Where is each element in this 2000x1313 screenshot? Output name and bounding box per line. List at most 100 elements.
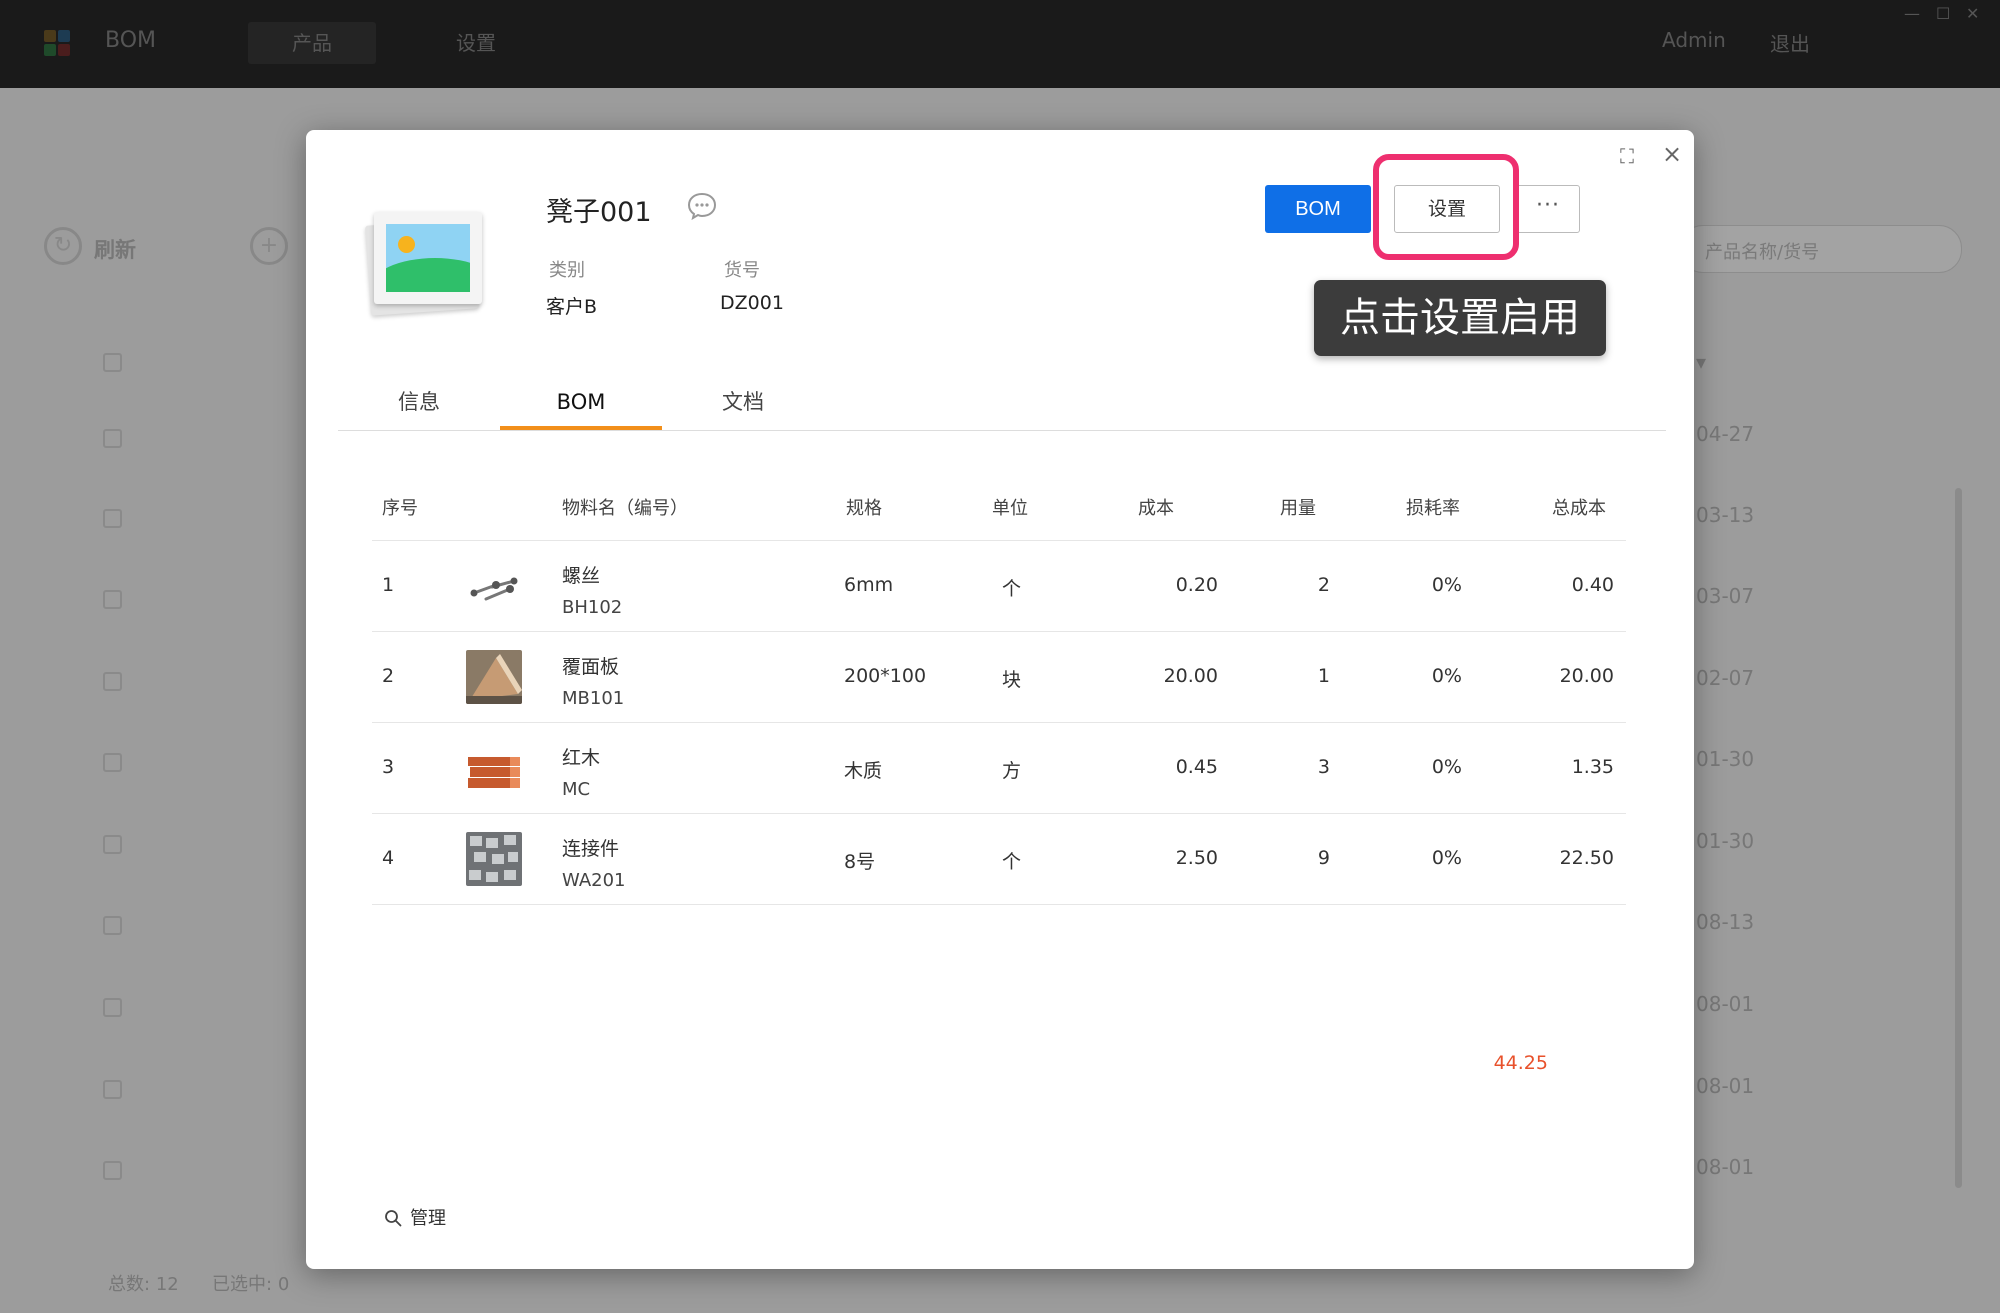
sku-value: DZ001 [720, 292, 784, 314]
search-input[interactable]: 产品名称/货号 [1680, 225, 1962, 273]
row-unit: 个 [1002, 851, 1022, 873]
row-checkbox[interactable] [103, 753, 122, 772]
row-date: 08-01 [1696, 992, 1755, 1016]
app-logo-icon [44, 30, 72, 58]
material-title: 覆面板 [562, 656, 620, 678]
material-code: MB101 [562, 688, 625, 709]
maximize-icon[interactable]: ☐ [1936, 4, 1950, 23]
product-image [364, 212, 482, 316]
table-row[interactable]: 4 连接件 WA201 8号 个 2.50 9 0% 22.50 [372, 814, 1626, 905]
row-unit: 方 [1002, 760, 1022, 782]
material-name: 红木 MC [562, 742, 600, 806]
row-no: 2 [382, 665, 395, 687]
table-row[interactable]: 3 红木 MC 木质 方 0.45 3 0% 1.35 [372, 723, 1626, 814]
material-title: 螺丝 [562, 565, 601, 587]
row-date: 03-07 [1696, 584, 1755, 608]
row-checkbox[interactable] [103, 590, 122, 609]
app-title: BOM [105, 28, 157, 53]
close-window-icon[interactable]: ✕ [1966, 4, 1979, 23]
bom-table: 序号 物料名（编号） 规格 单位 成本 用量 损耗率 总成本 1 螺丝 BH10… [372, 470, 1626, 905]
row-total: 20.00 [1559, 665, 1614, 687]
row-loss: 0% [1431, 574, 1462, 596]
table-row[interactable]: 2 覆面板 MB101 200*100 块 20.00 1 0% 20.00 [372, 632, 1626, 723]
row-qty: 9 [1317, 847, 1330, 869]
material-title: 红木 [562, 747, 601, 769]
connector-thumbnail [466, 832, 522, 886]
detail-tabs: 信息 BOM 文档 [338, 374, 1666, 431]
row-checkbox[interactable] [103, 509, 122, 528]
row-spec: 木质 [844, 760, 883, 782]
close-icon[interactable]: × [1662, 140, 1682, 168]
row-date: 01-30 [1696, 829, 1755, 853]
material-code: MC [562, 779, 591, 800]
row-checkbox[interactable] [103, 1080, 122, 1099]
fullscreen-icon[interactable]: ⛶ [1620, 144, 1634, 168]
product-detail-modal: ⛶ × 凳子001 类别 客户B 货号 DZ001 BOM 设置 ··· 点击设… [306, 130, 1694, 1269]
bom-button[interactable]: BOM [1265, 185, 1371, 233]
row-no: 4 [382, 847, 395, 869]
category-label: 类别 [549, 260, 585, 281]
background-scrollbar[interactable] [1955, 488, 1962, 1188]
row-spec: 6mm [844, 574, 894, 596]
manage-label: 管理 [410, 1208, 446, 1229]
row-checkbox[interactable] [103, 1161, 122, 1180]
more-button[interactable]: ··· [1516, 185, 1580, 233]
category-value: 客户B [546, 296, 598, 318]
row-qty: 1 [1317, 665, 1330, 687]
logout-link[interactable]: 退出 [1770, 28, 1810, 57]
nav-settings[interactable]: 设置 [412, 22, 540, 64]
tab-bom[interactable]: BOM [500, 374, 662, 430]
row-checkbox[interactable] [103, 672, 122, 691]
material-title: 连接件 [562, 838, 620, 860]
tab-documents[interactable]: 文档 [662, 374, 824, 430]
comment-icon[interactable] [687, 192, 717, 220]
material-code: BH102 [562, 597, 623, 618]
nav-products[interactable]: 产品 [248, 22, 376, 64]
user-name[interactable]: Admin [1662, 28, 1726, 52]
screw-thumbnail [466, 559, 522, 613]
add-icon[interactable]: + [250, 227, 288, 265]
select-all-checkbox[interactable] [103, 353, 122, 372]
sku-label: 货号 [724, 260, 760, 281]
row-unit: 块 [1002, 669, 1022, 691]
row-checkbox[interactable] [103, 998, 122, 1017]
minimize-icon[interactable]: — [1904, 4, 1920, 23]
board-thumbnail [466, 650, 522, 704]
material-name: 覆面板 MB101 [562, 651, 624, 715]
wood-thumbnail [466, 741, 522, 795]
material-code: WA201 [562, 870, 626, 891]
manage-button[interactable]: 管理 [384, 1204, 446, 1230]
header-unit: 单位 [992, 498, 1028, 519]
row-cost: 0.20 [1175, 574, 1218, 596]
row-checkbox[interactable] [103, 916, 122, 935]
row-loss: 0% [1431, 665, 1462, 687]
header-loss: 损耗率 [1406, 498, 1460, 519]
column-sort-icon[interactable]: ▾ [1696, 350, 1706, 374]
header-cost: 成本 [1138, 498, 1174, 519]
row-qty: 2 [1317, 574, 1330, 596]
row-no: 1 [382, 574, 395, 596]
header-spec: 规格 [846, 498, 882, 519]
hint-tooltip: 点击设置启用 [1314, 280, 1606, 356]
row-loss: 0% [1431, 756, 1462, 778]
header-material: 物料名（编号） [562, 498, 688, 519]
row-checkbox[interactable] [103, 835, 122, 854]
refresh-button[interactable]: 刷新 [94, 234, 136, 264]
row-date: 01-30 [1696, 747, 1755, 771]
row-cost: 20.00 [1163, 665, 1218, 687]
search-icon [385, 1210, 402, 1227]
row-total: 22.50 [1559, 847, 1614, 869]
row-total: 1.35 [1571, 756, 1614, 778]
table-row[interactable]: 1 螺丝 BH102 6mm 个 0.20 2 0% 0.40 [372, 541, 1626, 632]
header-total: 总成本 [1552, 498, 1606, 519]
table-header: 序号 物料名（编号） 规格 单位 成本 用量 损耗率 总成本 [372, 470, 1626, 541]
row-checkbox[interactable] [103, 429, 122, 448]
refresh-icon[interactable]: ↻ [44, 227, 82, 265]
row-qty: 3 [1317, 756, 1330, 778]
grand-total: 44.25 [1493, 1052, 1548, 1074]
material-name: 连接件 WA201 [562, 833, 625, 897]
tab-info[interactable]: 信息 [338, 374, 500, 430]
row-spec: 200*100 [844, 665, 927, 687]
app-topbar: BOM 产品 设置 Admin 退出 — ☐ ✕ [0, 0, 2000, 88]
row-spec: 8号 [844, 851, 876, 873]
